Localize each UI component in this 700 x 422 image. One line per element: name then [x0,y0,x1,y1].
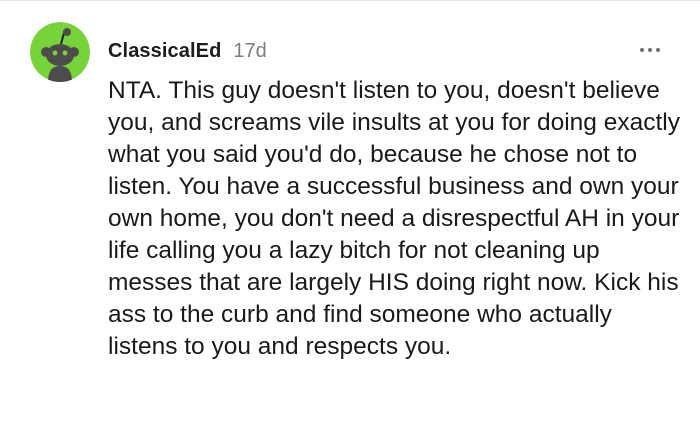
snoo-avatar-icon [30,22,90,82]
username[interactable]: ClassicalEd [108,40,221,63]
more-options-icon [640,48,660,52]
comment-timestamp[interactable]: 17d [233,40,266,63]
more-options-button[interactable] [634,38,666,62]
comment: ClassicalEd 17d NTA. This guy doesn't li… [0,0,700,422]
comment-header: ClassicalEd 17d [108,37,267,65]
comment-body: NTA. This guy doesn't listen to you, doe… [108,77,680,360]
user-avatar[interactable] [30,22,90,82]
